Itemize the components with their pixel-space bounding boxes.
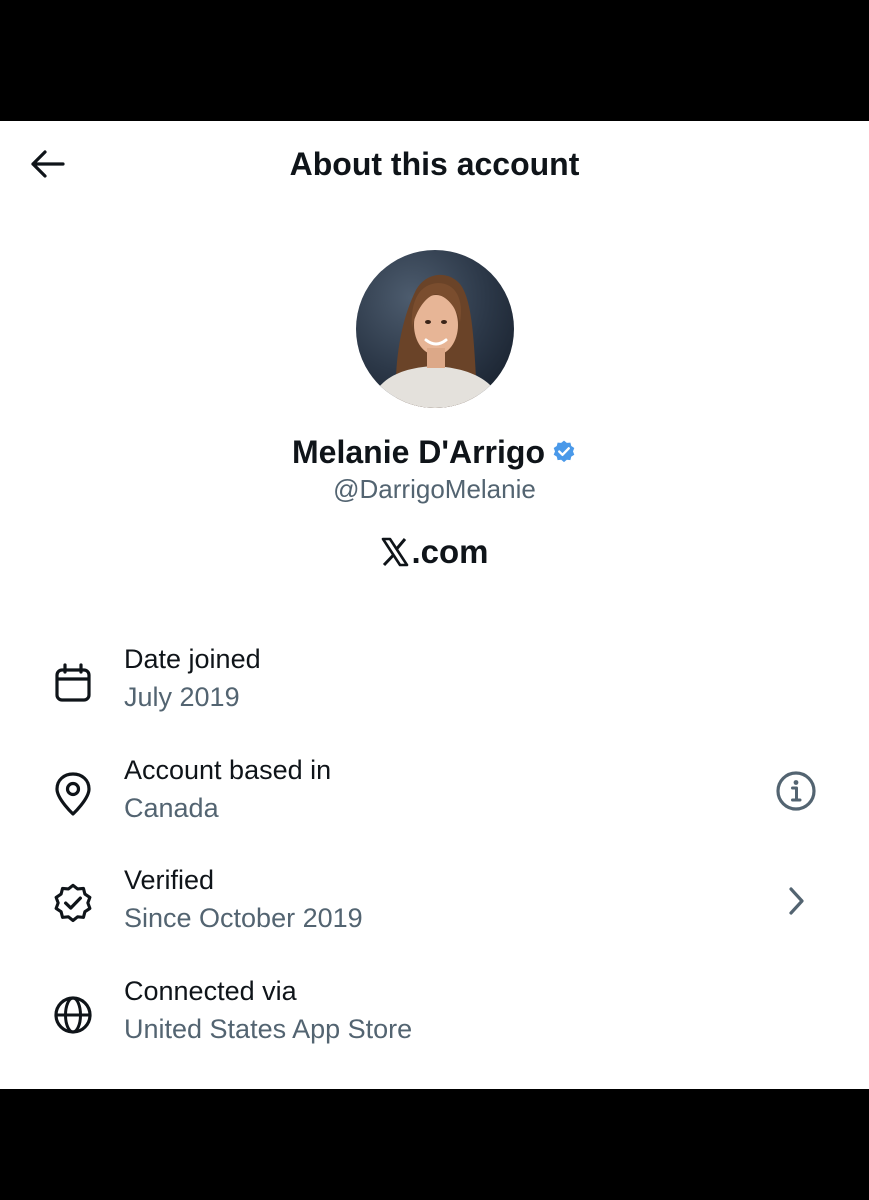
- name-row: Melanie D'Arrigo: [0, 427, 869, 477]
- page-title: About this account: [289, 146, 580, 182]
- detail-row-verified[interactable]: Verified Since October 2019: [0, 861, 869, 957]
- detail-row-date-joined: Date joined July 2019: [0, 640, 869, 736]
- info-button[interactable]: [770, 765, 822, 817]
- detail-value: Since October 2019: [124, 903, 363, 933]
- display-name: Melanie D'Arrigo: [292, 433, 545, 470]
- info-icon: [776, 771, 816, 811]
- about-account-panel: About this account Melanie D'Arrigo @Dar…: [0, 121, 869, 1089]
- globe-icon: [50, 992, 96, 1038]
- avatar-photo: [356, 250, 514, 408]
- detail-label: Account based in: [124, 755, 332, 785]
- site-domain: .com: [0, 530, 869, 574]
- detail-label: Connected via: [124, 976, 297, 1006]
- verified-badge-icon: [50, 881, 96, 927]
- handle: @DarrigoMelanie: [333, 474, 536, 504]
- calendar-icon: [50, 660, 96, 706]
- detail-row-connected-via: Connected via United States App Store: [0, 972, 869, 1068]
- detail-label: Verified: [124, 865, 215, 895]
- site-domain-text: .com: [411, 533, 489, 570]
- chevron-right-icon: [789, 887, 804, 915]
- detail-value: Canada: [124, 793, 219, 823]
- location-pin-icon: [50, 771, 96, 817]
- detail-label: Date joined: [124, 644, 261, 674]
- avatar[interactable]: [356, 250, 514, 408]
- x-logo-icon: [382, 537, 409, 567]
- verified-details-button[interactable]: [770, 875, 822, 927]
- detail-row-account-based-in: Account based in Canada: [0, 751, 869, 847]
- verified-badge-icon[interactable]: [551, 439, 577, 465]
- detail-value: July 2019: [124, 682, 240, 712]
- header: About this account: [0, 121, 869, 207]
- detail-value: United States App Store: [124, 1014, 413, 1044]
